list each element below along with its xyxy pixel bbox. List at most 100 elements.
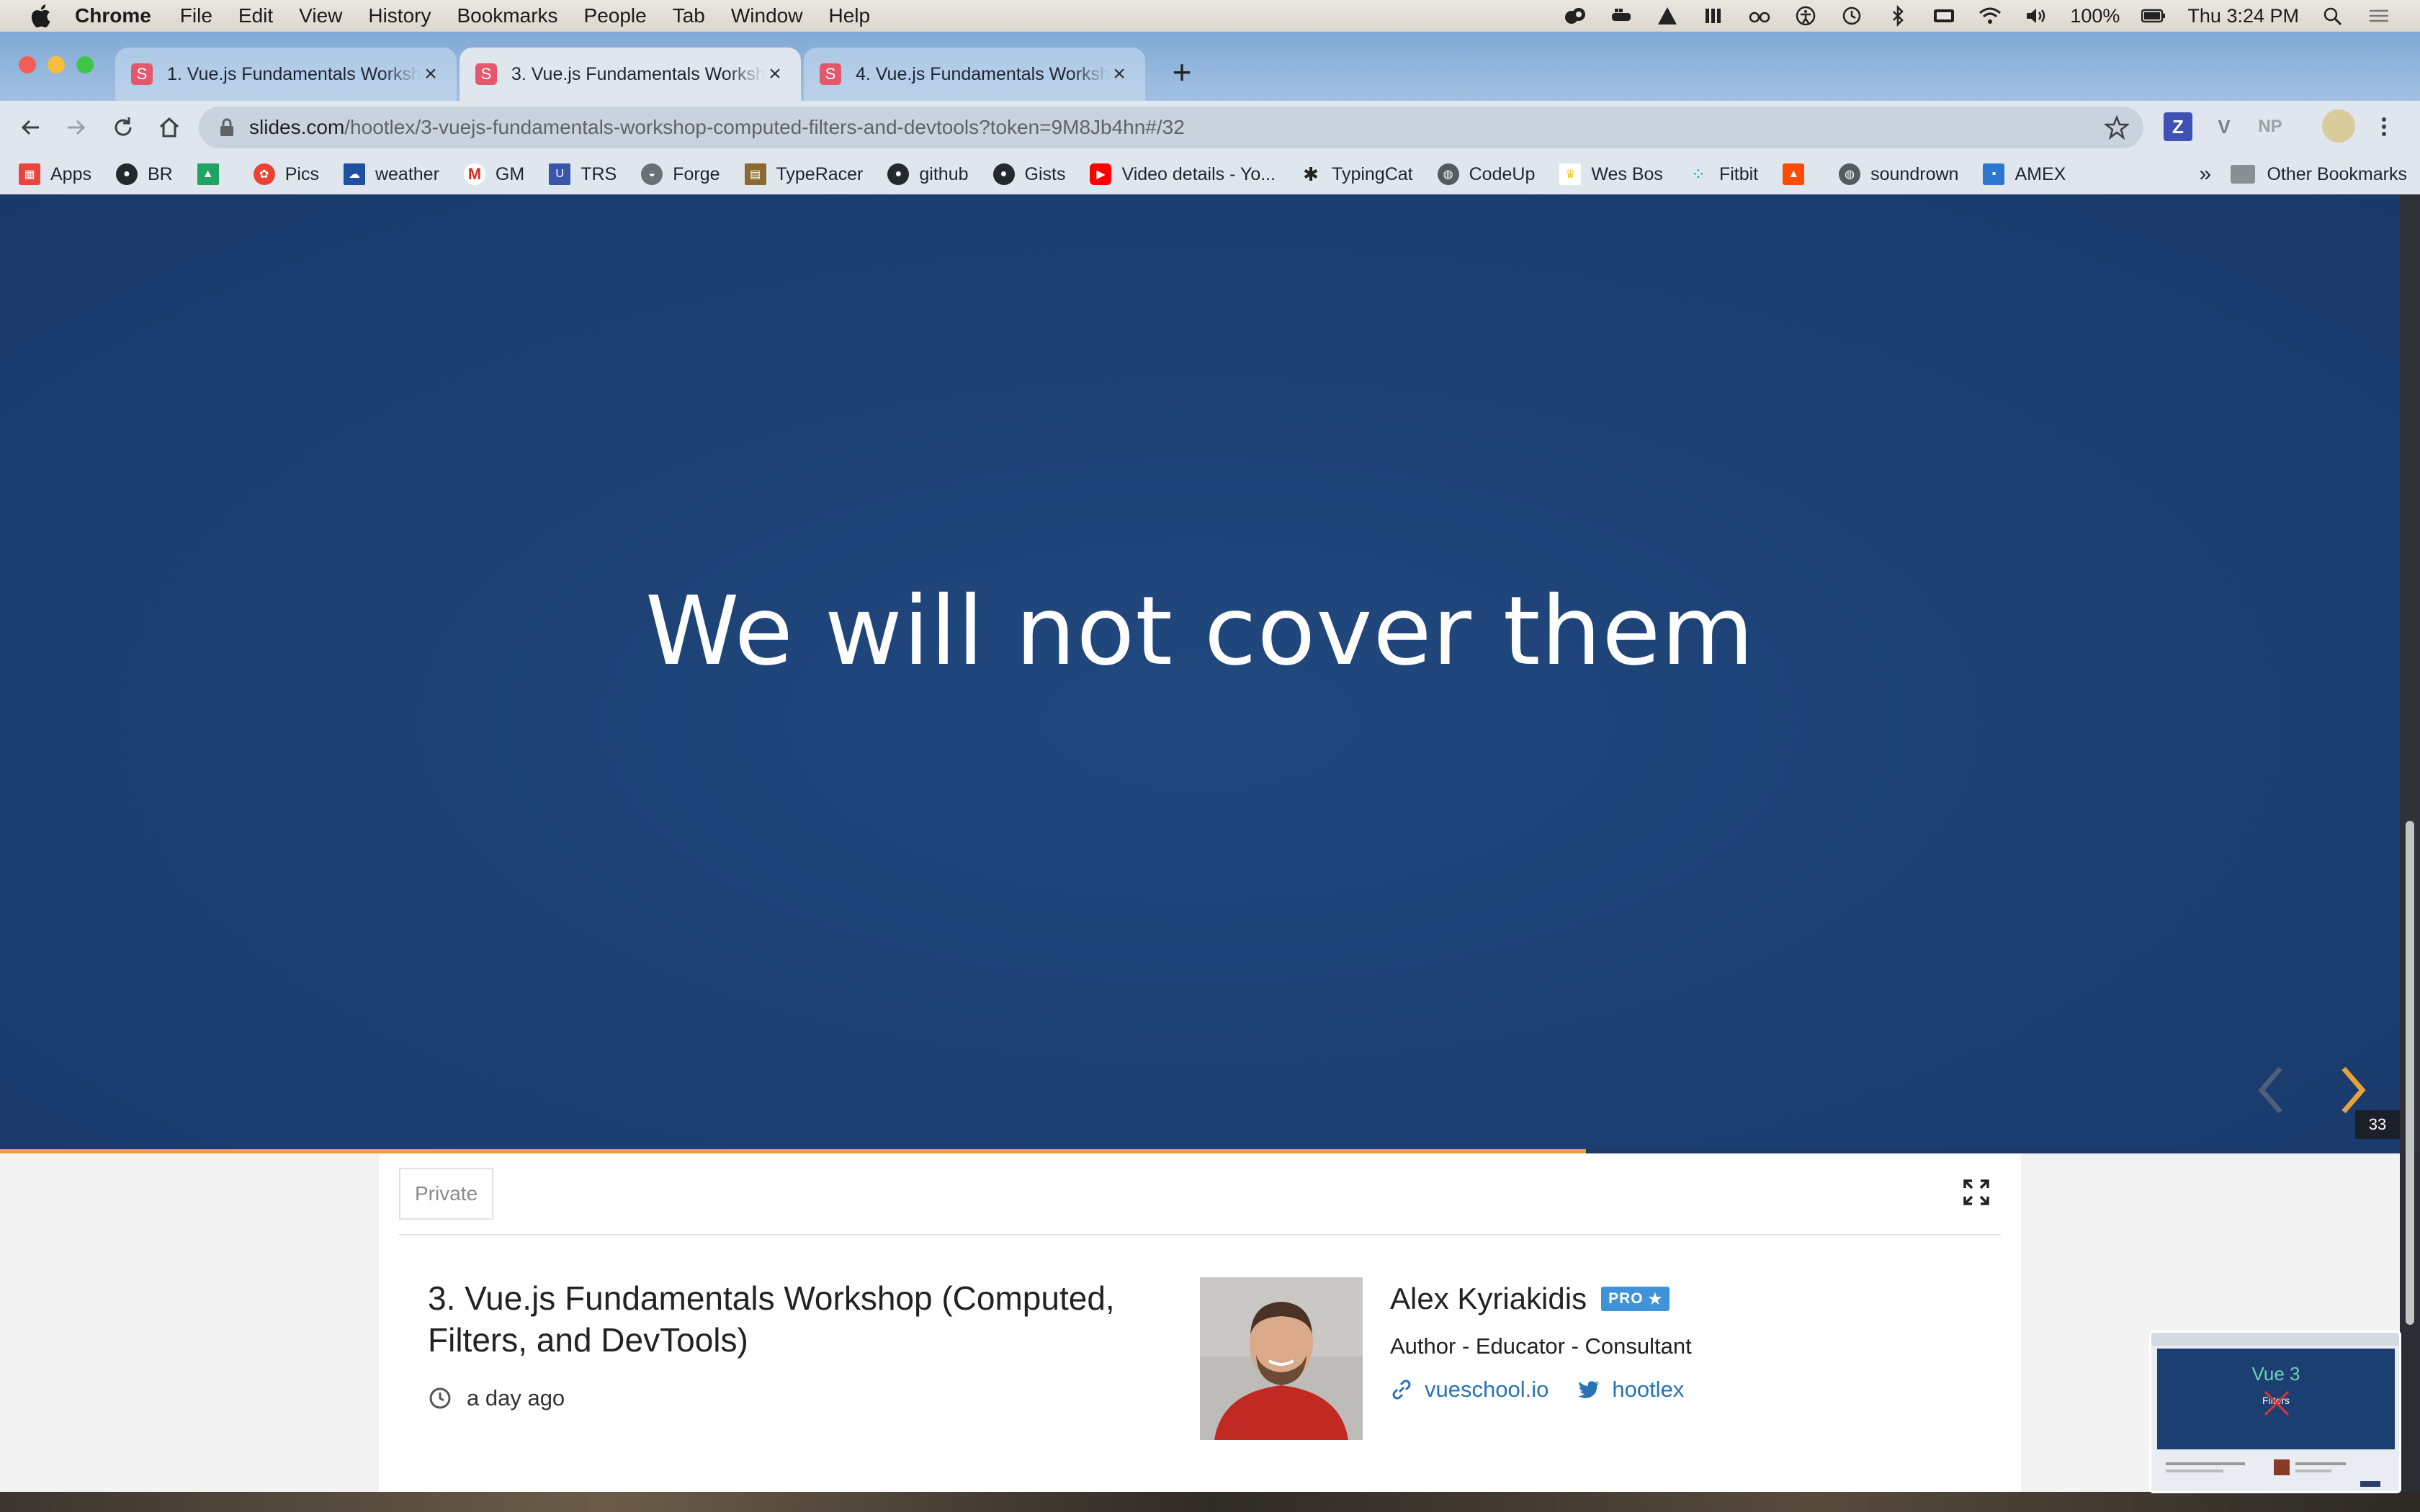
- bookmark-fitbit[interactable]: ⁘ Fitbit: [1688, 163, 1758, 185]
- bookmark-weather[interactable]: ☁ weather: [343, 163, 439, 185]
- profile-avatar-icon[interactable]: [2322, 109, 2355, 143]
- fullscreen-expand-icon[interactable]: [1962, 1178, 1991, 1207]
- bookmark-codeup[interactable]: ◍ CodeUp: [1437, 163, 1535, 185]
- menu-tab[interactable]: Tab: [673, 4, 705, 27]
- menu-bookmarks[interactable]: Bookmarks: [457, 4, 557, 27]
- bookmark-drive[interactable]: ▲: [197, 163, 229, 185]
- docker-icon[interactable]: [1609, 5, 1634, 27]
- presentation-slide[interactable]: We will not cover them 33: [0, 194, 2400, 1152]
- menu-people[interactable]: People: [584, 4, 647, 27]
- menu-view[interactable]: View: [299, 4, 342, 27]
- url-path: /hootlex/3-vuejs-fundamentals-workshop-c…: [344, 116, 1185, 138]
- home-icon[interactable]: [153, 111, 186, 144]
- close-window-button[interactable]: [19, 56, 36, 73]
- thumbnail-browser-bar: [2151, 1333, 2399, 1346]
- tab-close-icon[interactable]: ×: [421, 62, 441, 86]
- screenshot-preview-thumbnail[interactable]: Vue 3 Filters: [2149, 1331, 2401, 1493]
- page-scrollbar[interactable]: [2400, 194, 2420, 1325]
- youtube-icon: ▶: [1090, 163, 1112, 185]
- github-icon: ●: [992, 163, 1015, 185]
- minimize-window-button[interactable]: [48, 56, 65, 73]
- wifi-icon[interactable]: [1978, 5, 2002, 27]
- menubar-clock[interactable]: Thu 3:24 PM: [2187, 5, 2299, 27]
- extension-vue-devtools-icon[interactable]: V: [2210, 112, 2238, 141]
- slide-title: We will not cover them: [645, 576, 1755, 687]
- apple-menu-icon[interactable]: [24, 4, 56, 28]
- keyboard-icon[interactable]: [1932, 5, 1956, 27]
- time-machine-icon[interactable]: [1839, 5, 1864, 27]
- author-twitter-link[interactable]: hootlex: [1577, 1377, 1684, 1403]
- menu-history[interactable]: History: [368, 4, 431, 27]
- reload-icon[interactable]: [107, 111, 140, 144]
- bookmark-br[interactable]: ● BR: [115, 163, 173, 185]
- tab-title: 3. Vue.js Fundamentals Workshop: [511, 63, 765, 84]
- bookmark-pics[interactable]: ✿ Pics: [253, 163, 319, 185]
- tab-3-active[interactable]: S 3. Vue.js Fundamentals Workshop ×: [460, 48, 801, 101]
- author-name-row: Alex Kyriakidis PRO ★: [1390, 1282, 1670, 1316]
- bookmark-typingcat[interactable]: ✱ TypingCat: [1300, 163, 1412, 185]
- extension-np-icon[interactable]: NP: [2256, 112, 2285, 141]
- back-arrow-icon[interactable]: [14, 111, 48, 144]
- notification-center-icon[interactable]: [2367, 5, 2391, 27]
- bookmark-forge[interactable]: ◒ Forge: [641, 163, 720, 185]
- menu-app-name[interactable]: Chrome: [75, 4, 151, 27]
- tab-close-icon[interactable]: ×: [1109, 62, 1129, 86]
- slide-number: 33: [2355, 1110, 2400, 1139]
- clock-icon: [429, 1387, 451, 1409]
- forward-arrow-icon[interactable]: [59, 111, 92, 144]
- spotlight-search-icon[interactable]: [2321, 5, 2345, 27]
- bookmarks-overflow-chevron-icon[interactable]: »: [2199, 162, 2211, 186]
- author-name[interactable]: Alex Kyriakidis: [1390, 1282, 1587, 1316]
- bookmark-apps[interactable]: ▦ Apps: [19, 163, 91, 185]
- author-avatar[interactable]: [1200, 1277, 1363, 1440]
- tab-title: 4. Vue.js Fundamentals Workshop: [856, 63, 1109, 84]
- volume-icon[interactable]: [2024, 5, 2048, 27]
- bookmark-trs[interactable]: U TRS: [549, 163, 617, 185]
- scrollbar-thumb[interactable]: [2406, 821, 2414, 1325]
- weather-channel-icon: ☁: [343, 163, 365, 185]
- menu-help[interactable]: Help: [828, 4, 870, 27]
- tab-4[interactable]: S 4. Vue.js Fundamentals Workshop ×: [804, 48, 1145, 101]
- twitter-icon: [1578, 1381, 1600, 1398]
- tab-1[interactable]: S 1. Vue.js Fundamentals Workshop ×: [115, 48, 457, 101]
- deck-timestamp: a day ago: [428, 1385, 565, 1411]
- bookmark-strava[interactable]: ▲: [1783, 163, 1814, 185]
- slides-favicon-icon: S: [820, 63, 841, 85]
- new-tab-plus-icon[interactable]: +: [1165, 53, 1198, 91]
- bookmark-wesbos[interactable]: ♛ Wes Bos: [1559, 163, 1663, 185]
- trs-icon: U: [549, 163, 571, 185]
- bookmark-gm[interactable]: M GM: [463, 163, 524, 185]
- bookmark-star-icon[interactable]: [2105, 115, 2129, 140]
- menu-edit[interactable]: Edit: [238, 4, 273, 27]
- creative-cloud-icon[interactable]: [1563, 5, 1587, 27]
- glasses-icon[interactable]: [1747, 5, 1772, 27]
- visibility-badge: Private: [399, 1168, 494, 1220]
- tab-title: 1. Vue.js Fundamentals Workshop: [167, 63, 421, 84]
- other-bookmarks[interactable]: Other Bookmarks: [2231, 164, 2407, 185]
- bookmark-soundrown[interactable]: ◍ soundrown: [1839, 163, 1958, 185]
- tab-close-icon[interactable]: ×: [765, 62, 785, 86]
- browser-toolbar: slides.com /hootlex/3-vuejs-fundamentals…: [0, 101, 2420, 154]
- chrome-menu-icon[interactable]: [2370, 112, 2398, 141]
- bookmark-typeracer[interactable]: ▤ TypeRacer: [744, 163, 863, 185]
- thumbnail-page-content: [2166, 1459, 2380, 1487]
- menu-window[interactable]: Window: [731, 4, 803, 27]
- typeracer-icon: ▤: [744, 163, 766, 185]
- istat-bars-icon[interactable]: [1701, 5, 1726, 27]
- previous-slide-chevron-icon[interactable]: [2250, 1061, 2293, 1119]
- menu-file[interactable]: File: [180, 4, 212, 27]
- zoom-window-button[interactable]: [76, 56, 94, 73]
- bookmark-gists[interactable]: ● Gists: [992, 163, 1065, 185]
- address-bar[interactable]: slides.com /hootlex/3-vuejs-fundamentals…: [199, 107, 2143, 148]
- bookmark-github[interactable]: ● github: [887, 163, 969, 185]
- accessibility-icon[interactable]: [1793, 5, 1818, 27]
- vectorworks-icon[interactable]: [1655, 5, 1680, 27]
- bluetooth-icon[interactable]: [1886, 5, 1910, 27]
- author-website-link[interactable]: vueschool.io: [1390, 1377, 1549, 1403]
- bookmark-amex[interactable]: ▪ AMEX: [1983, 163, 2066, 185]
- extension-z-icon[interactable]: Z: [2164, 112, 2192, 141]
- battery-icon[interactable]: [2141, 5, 2166, 27]
- bookmark-youtube[interactable]: ▶ Video details - Yo...: [1090, 163, 1276, 185]
- lock-icon[interactable]: [219, 117, 235, 138]
- paw-icon: ✱: [1303, 163, 1319, 185]
